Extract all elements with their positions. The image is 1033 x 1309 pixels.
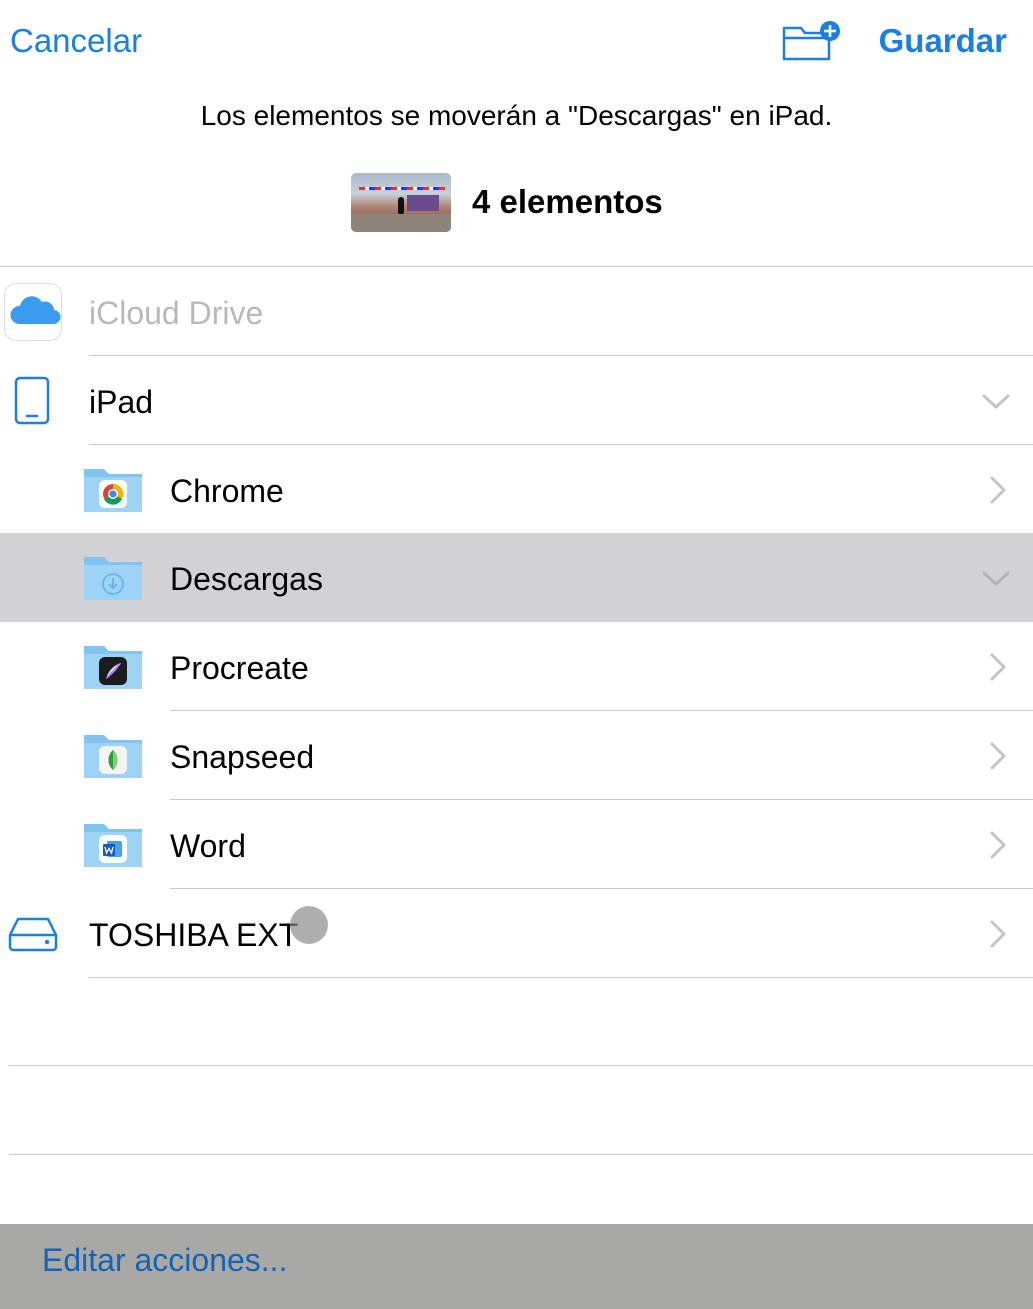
bottom-toolbar: Editar acciones... [0, 1224, 1033, 1309]
icloud-icon [4, 283, 62, 341]
chevron-right-icon [990, 653, 1006, 681]
empty-row-divider [9, 1065, 1033, 1066]
items-count: 4 elementos [472, 183, 663, 220]
ipad-label: iPad [89, 384, 154, 420]
location-icloud-drive[interactable]: iCloud Drive [0, 267, 1033, 356]
folder-label: Chrome [170, 473, 284, 509]
folder-row-procreate[interactable]: Procreate [0, 622, 1033, 711]
new-folder-button[interactable] [782, 20, 842, 62]
chevron-right-icon [990, 831, 1006, 859]
chrome-icon [99, 480, 127, 508]
folder-label: Snapseed [170, 739, 315, 775]
snapseed-icon [99, 746, 127, 774]
folder-row-chrome[interactable]: Chrome [0, 445, 1033, 534]
chevron-down-icon [982, 394, 1010, 409]
external-drive-icon [8, 917, 58, 952]
save-button[interactable]: Guardar [879, 22, 1007, 60]
row-divider [89, 977, 1033, 978]
folder-label: Procreate [170, 650, 309, 686]
folder-label: Descargas [170, 561, 323, 597]
chevron-down-icon [982, 571, 1010, 586]
external-drive-label: TOSHIBA EXT [89, 917, 299, 953]
edit-actions-button[interactable]: Editar acciones... [42, 1242, 287, 1279]
chevron-right-icon [990, 920, 1006, 948]
folder-row-word[interactable]: Word [0, 800, 1033, 889]
chevron-right-icon [990, 742, 1006, 770]
destination-message: Los elementos se moverán a "Descargas" e… [200, 100, 833, 131]
folder-label: Word [170, 828, 246, 864]
folder-row-snapseed[interactable]: Snapseed [0, 711, 1033, 800]
word-icon [99, 835, 127, 863]
empty-row-divider [9, 1154, 1033, 1155]
items-thumbnail [351, 172, 451, 232]
location-toshiba-ext[interactable]: TOSHIBA EXT [0, 889, 1033, 978]
items-summary: 4 elementos [351, 172, 663, 232]
touch-indicator [290, 906, 328, 944]
ipad-icon [14, 376, 50, 425]
chevron-right-icon [990, 476, 1006, 504]
cancel-button[interactable]: Cancelar [10, 22, 142, 60]
download-icon [102, 573, 124, 595]
folder-plus-icon [782, 21, 840, 61]
icloud-drive-label: iCloud Drive [89, 295, 264, 331]
folder-row-descargas[interactable]: Descargas [0, 533, 1033, 622]
location-ipad[interactable]: iPad [0, 356, 1033, 445]
procreate-icon [99, 657, 127, 685]
